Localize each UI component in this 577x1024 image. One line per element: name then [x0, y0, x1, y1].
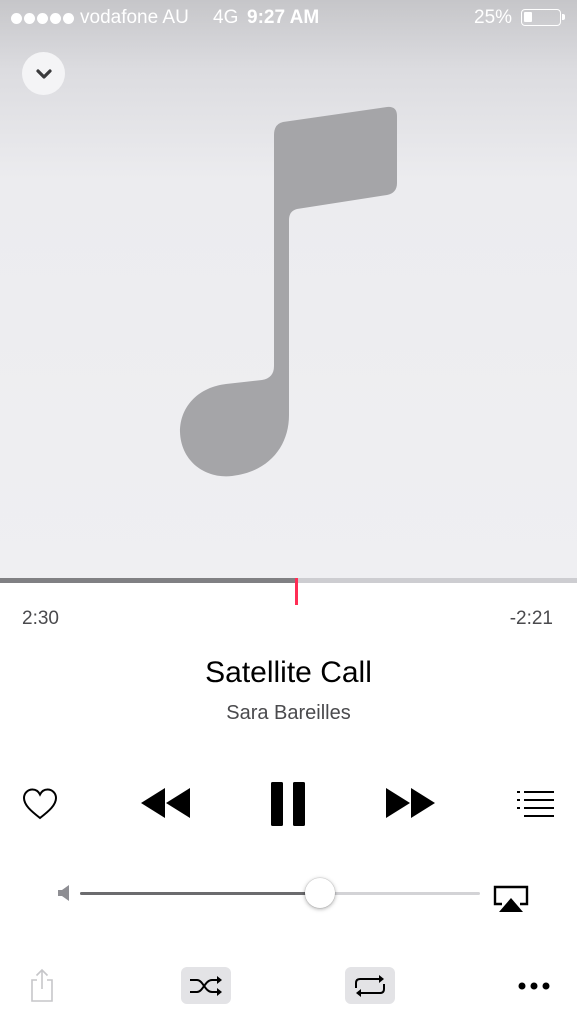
- song-artist[interactable]: Sara Bareilles: [0, 702, 577, 725]
- shuffle-icon: [190, 975, 222, 996]
- signal-strength-icon: [11, 13, 74, 24]
- status-bar: vodafone AU 4G 9:27 AM 25%: [0, 0, 577, 38]
- speaker-icon: [58, 885, 69, 901]
- repeat-button[interactable]: [345, 967, 395, 1004]
- network-type: 4G: [213, 7, 239, 28]
- playback-progress-fill: [0, 578, 296, 583]
- more-button[interactable]: [514, 972, 554, 1000]
- heart-icon: [22, 788, 58, 820]
- artwork-area: vodafone AU 4G 9:27 AM 25%: [0, 0, 577, 578]
- share-icon: [31, 968, 53, 1002]
- airplay-button[interactable]: [490, 880, 532, 916]
- list-icon: [517, 791, 554, 817]
- volume-slider[interactable]: [80, 878, 480, 908]
- airplay-icon: [493, 885, 529, 912]
- playback-scrubber[interactable]: [0, 578, 577, 605]
- up-next-button[interactable]: [514, 782, 558, 826]
- music-note-icon: [180, 106, 397, 477]
- next-track-button[interactable]: [381, 780, 441, 826]
- more-icon: [518, 982, 550, 990]
- love-button[interactable]: [17, 781, 63, 827]
- carrier-name: vodafone AU: [80, 7, 189, 28]
- repeat-icon: [355, 974, 385, 997]
- status-time: 9:27 AM: [247, 7, 320, 28]
- battery-level: [524, 12, 533, 22]
- share-button[interactable]: [26, 964, 58, 1006]
- battery-icon: [521, 9, 565, 26]
- battery-percent: 25%: [474, 7, 513, 28]
- rewind-icon: [141, 788, 190, 818]
- elapsed-time: 2:30: [22, 608, 59, 629]
- previous-track-button[interactable]: [135, 780, 195, 826]
- song-title: Satellite Call: [205, 656, 372, 689]
- volume-min-button: [52, 880, 76, 906]
- pause-icon: [271, 782, 305, 826]
- fast-forward-icon: [386, 788, 435, 818]
- volume-fill: [80, 892, 320, 895]
- pause-button[interactable]: [262, 778, 314, 830]
- volume-thumb[interactable]: [305, 878, 335, 908]
- playback-scrubber-handle[interactable]: [295, 578, 298, 605]
- collapse-button[interactable]: [22, 52, 65, 95]
- chevron-down-icon: [35, 68, 52, 79]
- remaining-time: -2:21: [509, 608, 553, 629]
- shuffle-button[interactable]: [181, 967, 231, 1004]
